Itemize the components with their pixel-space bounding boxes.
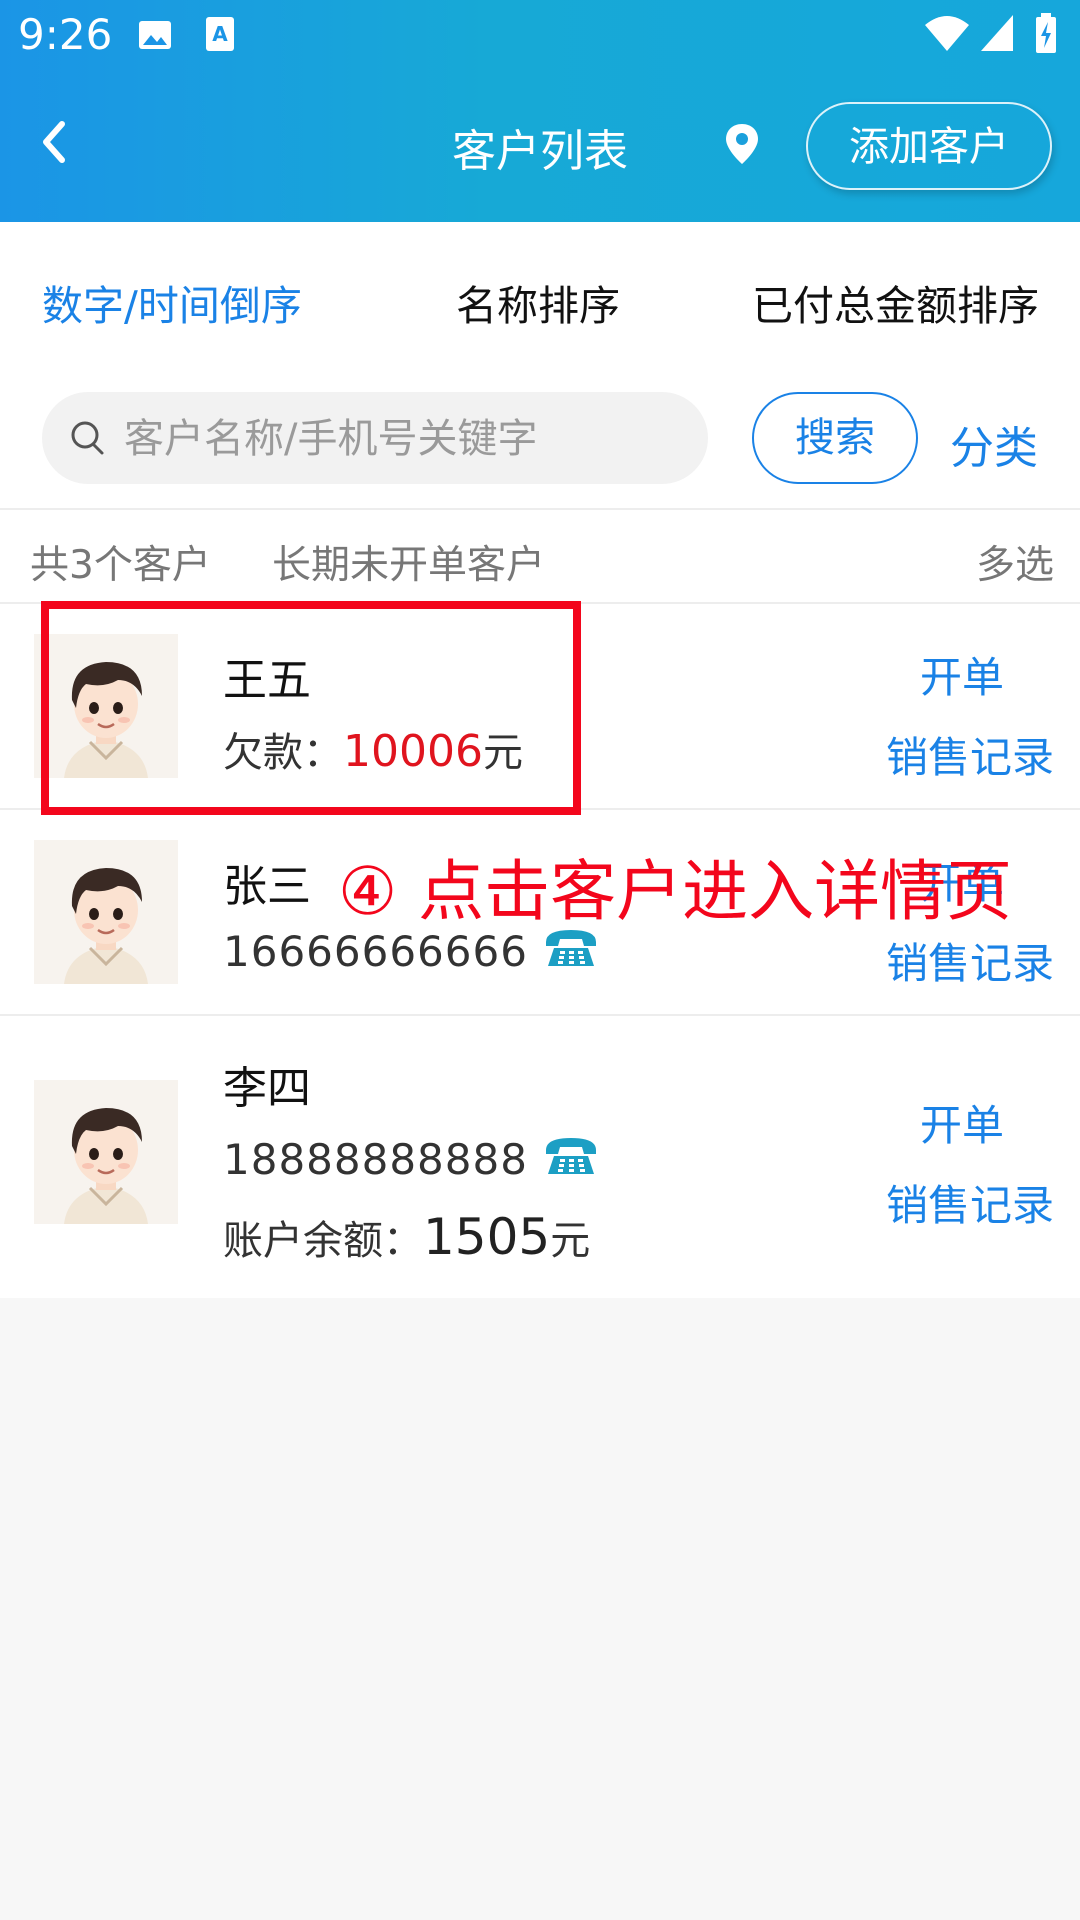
sales-records-button[interactable]: 销售记录 (886, 1172, 1054, 1233)
search-button[interactable]: 搜索 (752, 392, 918, 484)
tutorial-annotation: ④ 点击客户进入详情页 (338, 853, 1013, 930)
search-bar: 搜索 分类 (0, 372, 1080, 510)
tutorial-highlight-box (41, 601, 581, 815)
category-button[interactable]: 分类 (950, 412, 1038, 476)
search-icon (71, 421, 104, 455)
location-pin-icon[interactable] (724, 122, 760, 166)
sort-tab-paid-amount[interactable]: 已付总金额排序 (752, 272, 1039, 332)
status-time: 9:26 (18, 10, 113, 59)
signal-icon (981, 15, 1013, 51)
battery-icon (1036, 13, 1056, 53)
app-header: 9:26 A 客户列表 添加客户 (0, 0, 1080, 222)
sort-tab-name[interactable]: 名称排序 (456, 272, 620, 332)
customer-phone: 18888888888 (223, 1134, 600, 1184)
balance-value: 1505 (423, 1208, 551, 1266)
sort-tab-number-time[interactable]: 数字/时间倒序 (42, 272, 302, 332)
balance-unit: 元 (550, 1218, 591, 1264)
customer-avatar (34, 840, 178, 984)
svg-text:A: A (212, 22, 228, 46)
sales-records-button[interactable]: 销售记录 (886, 724, 1054, 785)
inactive-customers-link[interactable]: 长期未开单客户 (272, 534, 545, 590)
search-input[interactable] (122, 392, 686, 486)
customer-row-lisi[interactable]: 李四 18888888888 账户余额：1505元 开单 销售记录 (0, 1016, 1080, 1298)
customer-name: 李四 (223, 1063, 311, 1114)
balance-label: 账户余额： (223, 1218, 423, 1264)
customer-count: 共3个客户 (30, 543, 211, 588)
telephone-icon[interactable] (542, 1134, 600, 1178)
customer-balance: 账户余额：1505元 (223, 1208, 590, 1266)
sort-tabs: 数字/时间倒序 名称排序 已付总金额排序 (0, 222, 1080, 372)
multi-select-button[interactable]: 多选 (976, 534, 1054, 590)
image-icon (139, 21, 171, 49)
search-field[interactable] (42, 392, 708, 486)
sales-records-button[interactable]: 销售记录 (886, 930, 1054, 991)
a-badge-icon: A (206, 17, 234, 51)
customer-avatar (34, 1080, 178, 1224)
phone-number: 18888888888 (223, 1135, 528, 1184)
add-customer-button[interactable]: 添加客户 (806, 102, 1052, 190)
customer-name: 张三 (223, 861, 311, 912)
wifi-icon (925, 16, 969, 51)
customer-summary-bar: 共3个客户 长期未开单客户 多选 (0, 510, 1080, 604)
status-bar: 9:26 A (0, 0, 1080, 76)
phone-number: 16666666666 (223, 927, 528, 976)
create-order-button[interactable]: 开单 (920, 1092, 1004, 1153)
create-order-button[interactable]: 开单 (920, 644, 1004, 705)
